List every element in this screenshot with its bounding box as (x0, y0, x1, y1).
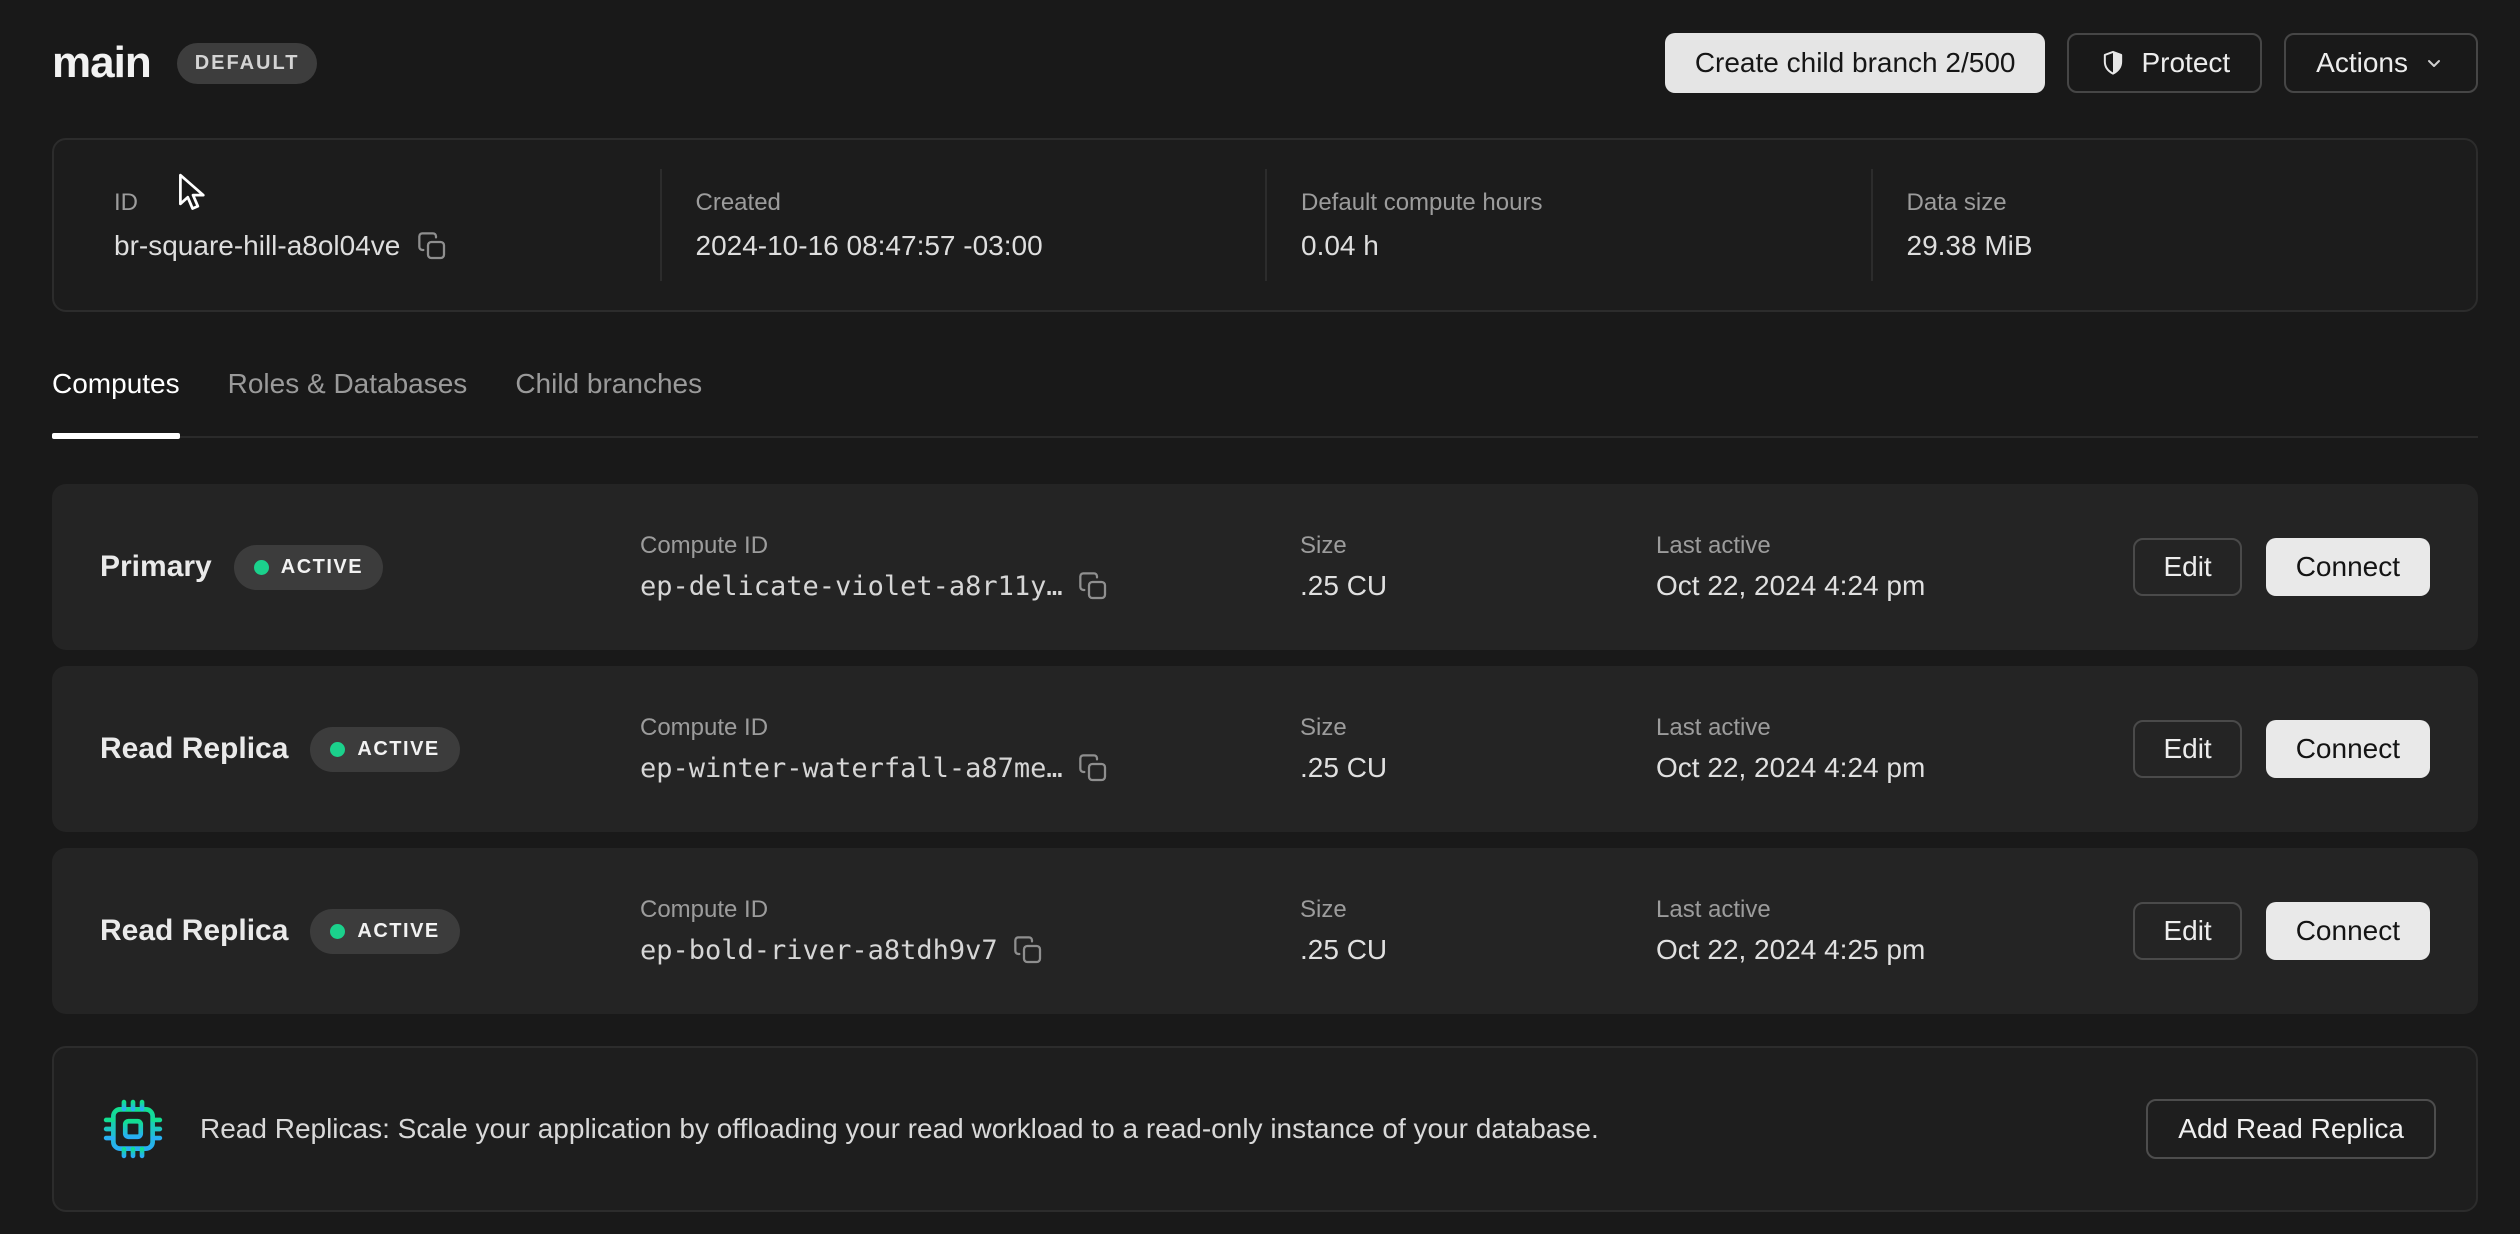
tab-child-branches[interactable]: Child branches (515, 368, 702, 438)
computes-list: Primary ACTIVE Compute ID ep-delicate-vi… (52, 484, 2478, 1212)
status-badge: ACTIVE (234, 545, 383, 590)
read-replica-banner-text: Read Replicas: Scale your application by… (200, 1113, 2110, 1145)
branch-created-value: 2024-10-16 08:47:57 -03:00 (696, 230, 1266, 262)
compute-id-value: ep-bold-river-a8tdh9v7 (640, 935, 998, 966)
read-replica-banner: Read Replicas: Scale your application by… (52, 1046, 2478, 1212)
chevron-down-icon (2422, 51, 2446, 75)
compute-name: Read Replica (100, 732, 288, 766)
branch-id-value: br-square-hill-a8ol04ve (114, 230, 400, 262)
status-badge-label: ACTIVE (357, 738, 439, 761)
copy-compute-id-button[interactable] (1077, 752, 1109, 784)
branch-created-field: Created 2024-10-16 08:47:57 -03:00 (660, 169, 1266, 281)
branch-created-label: Created (696, 189, 1266, 217)
compute-row-primary: Primary ACTIVE Compute ID ep-delicate-vi… (52, 484, 2478, 650)
status-badge-label: ACTIVE (281, 556, 363, 579)
last-active-label: Last active (1656, 714, 2133, 742)
data-size-label: Data size (1907, 189, 2477, 217)
actions-button-label: Actions (2316, 47, 2408, 79)
compute-hours-label: Default compute hours (1301, 189, 1871, 217)
status-dot-icon (330, 742, 345, 757)
connect-button[interactable]: Connect (2266, 902, 2430, 960)
size-label: Size (1300, 532, 1656, 560)
compute-id-value: ep-delicate-violet-a8r11y… (640, 571, 1063, 602)
compute-id-label: Compute ID (640, 896, 1300, 924)
size-value: .25 CU (1300, 934, 1656, 966)
compute-row-read-replica-2: Read Replica ACTIVE Compute ID ep-bold-r… (52, 848, 2478, 1014)
edit-button[interactable]: Edit (2133, 538, 2241, 596)
page-header: main DEFAULT Create child branch 2/500 P… (52, 32, 2478, 94)
compute-name: Primary (100, 550, 212, 584)
header-actions: Create child branch 2/500 Protect Action… (1665, 33, 2478, 93)
edit-button[interactable]: Edit (2133, 720, 2241, 778)
status-badge-label: ACTIVE (357, 920, 439, 943)
status-badge: ACTIVE (310, 727, 459, 772)
default-badge: DEFAULT (177, 43, 318, 84)
compute-id-label: Compute ID (640, 714, 1300, 742)
last-active-value: Oct 22, 2024 4:24 pm (1656, 752, 2133, 784)
status-dot-icon (330, 924, 345, 939)
last-active-value: Oct 22, 2024 4:25 pm (1656, 934, 2133, 966)
tab-computes[interactable]: Computes (52, 368, 180, 438)
data-size-value: 29.38 MiB (1907, 230, 2477, 262)
add-read-replica-button[interactable]: Add Read Replica (2146, 1099, 2436, 1159)
last-active-value: Oct 22, 2024 4:24 pm (1656, 570, 2133, 602)
last-active-label: Last active (1656, 532, 2133, 560)
size-value: .25 CU (1300, 752, 1656, 784)
shield-icon (2099, 49, 2127, 77)
actions-button[interactable]: Actions (2284, 33, 2478, 93)
copy-compute-id-button[interactable] (1012, 934, 1044, 966)
compute-hours-value: 0.04 h (1301, 230, 1871, 262)
connect-button[interactable]: Connect (2266, 720, 2430, 778)
cpu-icon (102, 1098, 164, 1160)
connect-button[interactable]: Connect (2266, 538, 2430, 596)
compute-id-label: Compute ID (640, 532, 1300, 560)
branch-id-label: ID (114, 189, 660, 217)
status-dot-icon (254, 560, 269, 575)
compute-row-read-replica-1: Read Replica ACTIVE Compute ID ep-winter… (52, 666, 2478, 832)
copy-compute-id-button[interactable] (1077, 570, 1109, 602)
branch-title-group: main DEFAULT (52, 38, 317, 88)
size-value: .25 CU (1300, 570, 1656, 602)
create-child-branch-button[interactable]: Create child branch 2/500 (1665, 33, 2046, 93)
status-badge: ACTIVE (310, 909, 459, 954)
size-label: Size (1300, 714, 1656, 742)
tab-roles-databases[interactable]: Roles & Databases (228, 368, 468, 438)
branch-id-field: ID br-square-hill-a8ol04ve (54, 169, 660, 281)
compute-hours-field: Default compute hours 0.04 h (1265, 169, 1871, 281)
copy-branch-id-button[interactable] (416, 230, 448, 262)
compute-id-value: ep-winter-waterfall-a87me… (640, 753, 1063, 784)
size-label: Size (1300, 896, 1656, 924)
edit-button[interactable]: Edit (2133, 902, 2241, 960)
protect-button-label: Protect (2141, 47, 2230, 79)
branch-page: main DEFAULT Create child branch 2/500 P… (0, 0, 2520, 1212)
branch-info-card: ID br-square-hill-a8ol04ve Created 2024-… (52, 138, 2478, 312)
branch-tabs: Computes Roles & Databases Child branche… (52, 368, 2478, 438)
data-size-field: Data size 29.38 MiB (1871, 169, 2477, 281)
last-active-label: Last active (1656, 896, 2133, 924)
page-title: main (52, 38, 151, 88)
compute-name: Read Replica (100, 914, 288, 948)
protect-button[interactable]: Protect (2067, 33, 2262, 93)
